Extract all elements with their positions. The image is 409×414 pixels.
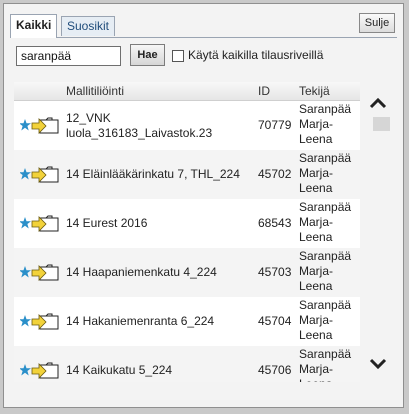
row-name: 14 Kaikukatu 5_224 [66, 363, 173, 377]
table-header: Mallitiliöinti ID Tekijä [14, 82, 360, 101]
row-id: 68543 [258, 216, 292, 230]
row-name: 14 Hakaniemenranta 6_224 [66, 314, 215, 328]
column-header-id[interactable]: ID [258, 84, 270, 98]
row-icons [19, 215, 62, 233]
tab-divider [10, 37, 397, 38]
templates-table: Mallitiliöinti ID Tekijä 12_VNK luola_316… [14, 82, 360, 382]
chevron-up-icon [369, 97, 387, 109]
column-header-author[interactable]: Tekijä [299, 84, 330, 98]
search-button[interactable]: Hae [130, 44, 165, 66]
row-author: SaranpääMarja-Leena [299, 249, 352, 293]
row-author: SaranpääMarja-Leena [299, 298, 352, 342]
row-id: 45703 [258, 265, 292, 279]
star-icon [19, 217, 31, 229]
star-icon [19, 315, 31, 327]
apply-all-checkbox[interactable] [172, 50, 184, 62]
table-row[interactable]: 12_VNK luola_316183_Laivastok.23 70779 Sara… [14, 101, 360, 150]
table-row[interactable]: 14 Eläinlääkärinkatu 7, THL_224 45702 Sara… [14, 150, 360, 199]
table-row[interactable]: 14 Kaikukatu 5_224 45706 SaranpääMarja-Lee… [14, 346, 360, 382]
row-id: 45702 [258, 167, 292, 181]
row-name: 14 Haapaniemenkatu 4_224 [66, 265, 217, 279]
row-icons [19, 313, 62, 331]
row-icons [19, 166, 62, 184]
row-author: SaranpääMarja-Leena [299, 102, 352, 146]
row-icons [19, 117, 62, 135]
star-icon [19, 119, 31, 131]
table-row[interactable]: 14 Eurest 2016 68543 Saranpää Marja- Leena [14, 199, 360, 248]
row-name: 14 Eläinlääkärinkatu 7, THL_224 [66, 167, 240, 181]
row-icons [19, 264, 62, 282]
row-author: SaranpääMarja-Leena [299, 151, 352, 195]
row-icons [19, 362, 62, 380]
tab-all[interactable]: Kaikki [10, 14, 58, 38]
row-author: SaranpääMarja-Leena [299, 347, 352, 382]
table-row[interactable]: 14 Haapaniemenkatu 4_224 45703 Saranpää Mar… [14, 248, 360, 297]
star-icon [19, 266, 31, 278]
star-icon [19, 168, 31, 180]
row-id: 45706 [258, 363, 292, 377]
tab-favorites[interactable]: Suosikit [61, 16, 116, 36]
row-author: SaranpääMarja-Leena [299, 200, 352, 244]
star-icon [19, 364, 31, 376]
scrollbar-thumb[interactable] [373, 117, 390, 131]
close-button[interactable]: Sulje [359, 13, 395, 33]
table-row[interactable]: 14 Hakaniemenranta 6_224 45704 Saranpää Mar… [14, 297, 360, 346]
search-input[interactable] [16, 46, 121, 66]
apply-all-label: Käytä kaikilla tilausriveillä [188, 48, 324, 62]
row-id: 45704 [258, 314, 292, 328]
row-name: 14 Eurest 2016 [66, 216, 148, 230]
chevron-down-icon [369, 358, 387, 370]
row-id: 70779 [258, 118, 292, 132]
column-header-name[interactable]: Mallitiliöinti [66, 84, 124, 98]
row-name: 12_VNK luola_316183_Laivastok.23 [66, 111, 213, 140]
template-picker-window: Kaikki Suosikit Sulje Hae Käytä kaikilla… [3, 3, 404, 408]
